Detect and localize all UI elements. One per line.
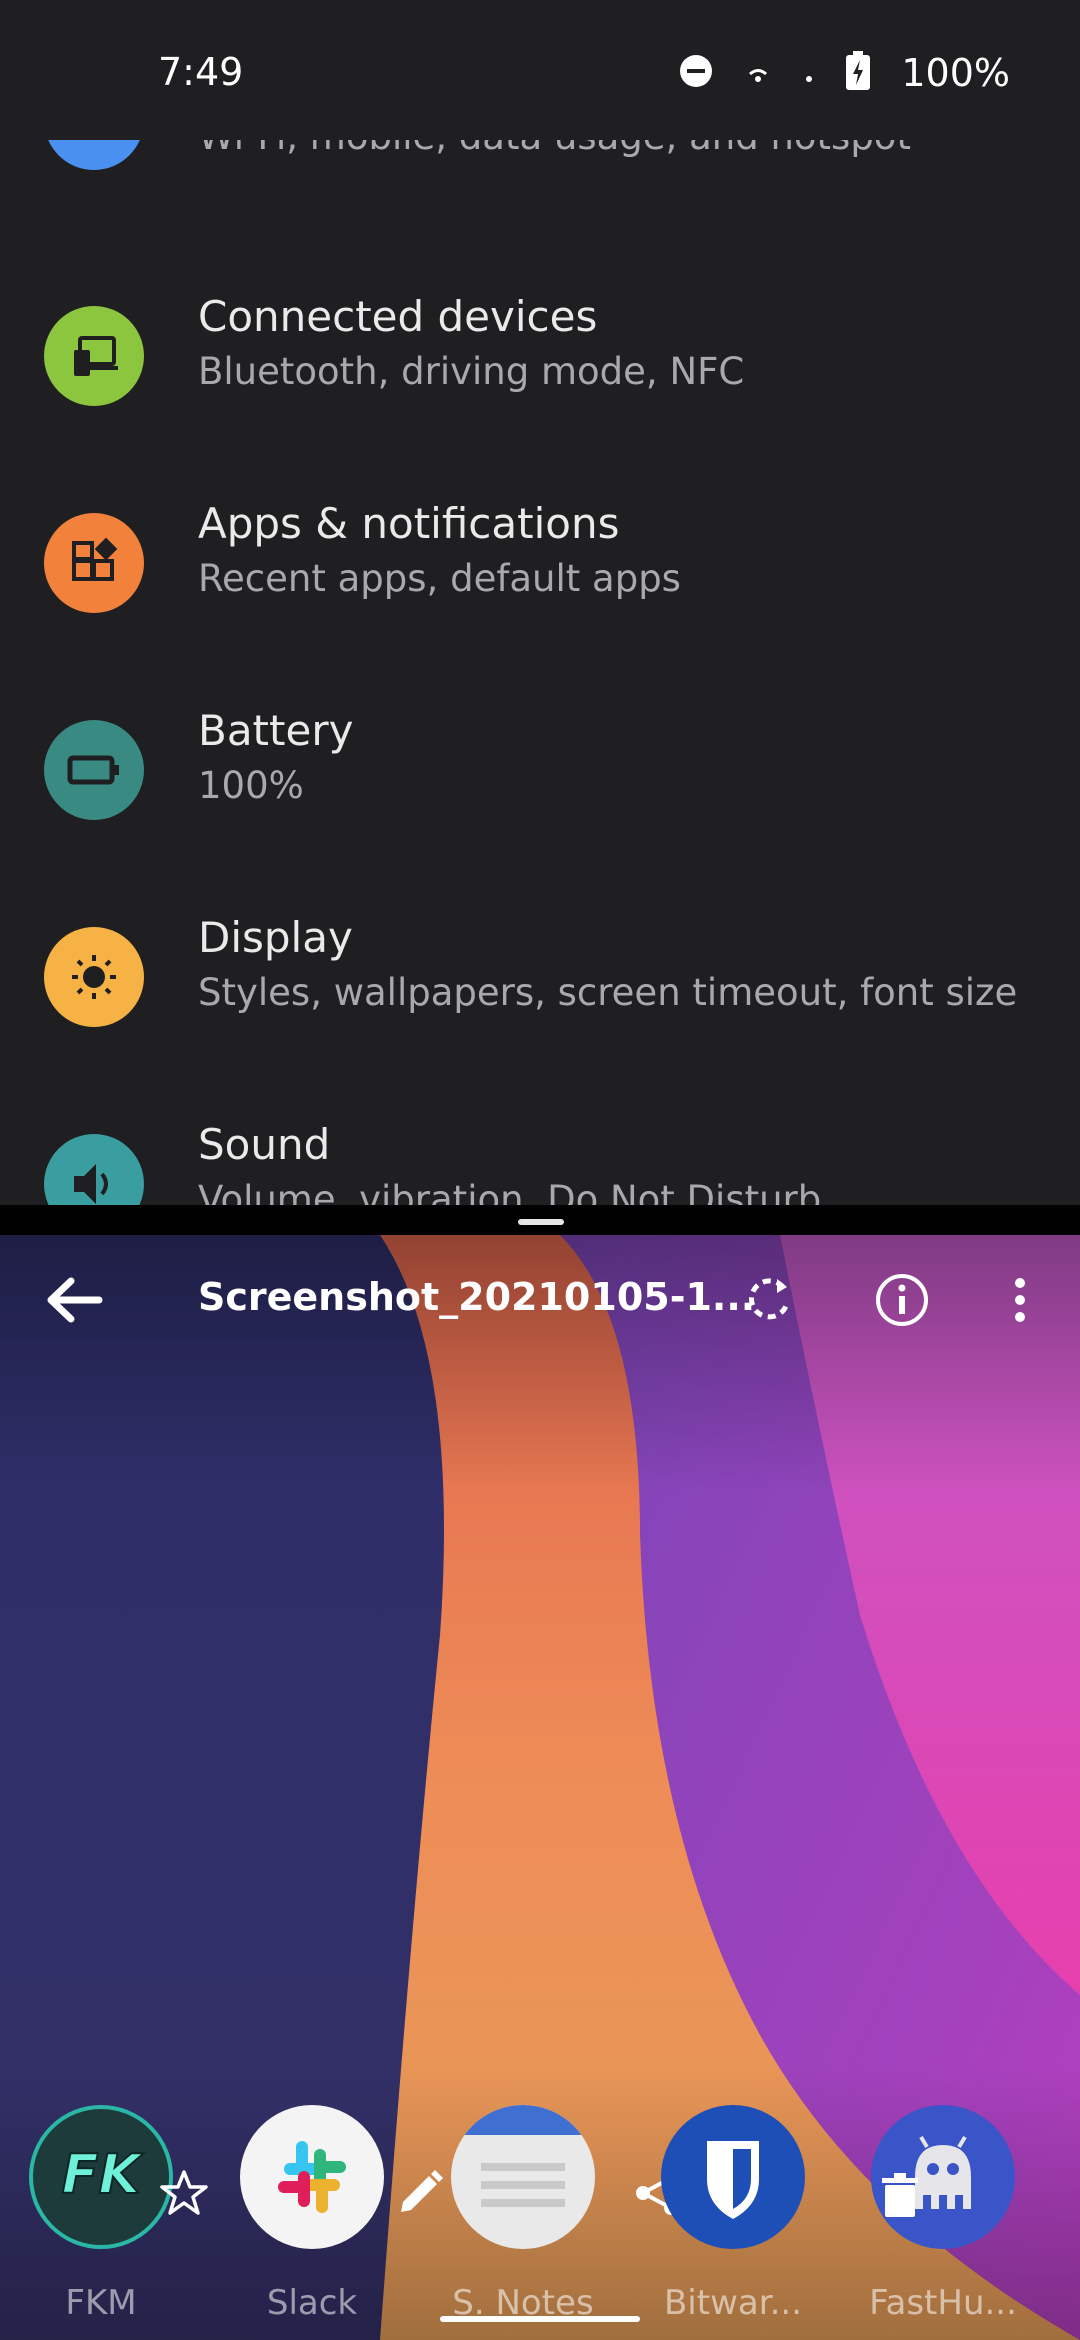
setting-network[interactable]: Wi-Fi, mobile, data usage, and hotspot xyxy=(0,140,1080,230)
app-dock: FK FKM Slack S. Notes Bitwar... FastHu..… xyxy=(0,2105,1080,2340)
app-label: Slack xyxy=(266,2283,358,2323)
setting-sound[interactable]: Sound Volume, vibration, Do Not Disturb xyxy=(0,1116,1080,1205)
app-slack[interactable]: Slack xyxy=(237,2105,387,2340)
status-bar: 7:49 100% xyxy=(0,0,1080,140)
setting-subtitle: 100% xyxy=(198,764,304,807)
edit-icon[interactable] xyxy=(392,2165,448,2221)
app-notes[interactable]: S. Notes xyxy=(448,2105,598,2340)
do-not-disturb-icon xyxy=(679,54,713,92)
image-title: Screenshot_20210105-1... xyxy=(198,1275,756,1319)
setting-display[interactable]: Display Styles, wallpapers, screen timeo… xyxy=(0,909,1080,1109)
setting-battery[interactable]: Battery 100% xyxy=(0,702,1080,902)
settings-list: Wi-Fi, mobile, data usage, and hotspot C… xyxy=(0,140,1080,1205)
setting-subtitle: Styles, wallpapers, screen timeout, font… xyxy=(198,971,1018,1014)
viewer-toolbar: Screenshot_20210105-1... xyxy=(0,1235,1080,1365)
rotate-icon[interactable] xyxy=(735,1265,805,1335)
setting-apps-notifications[interactable]: Apps & notifications Recent apps, defaul… xyxy=(0,495,1080,695)
app-label: FKM xyxy=(65,2283,137,2323)
setting-title: Apps & notifications xyxy=(198,499,620,548)
app-label: FastHu... xyxy=(869,2283,1017,2323)
bitwarden-icon xyxy=(661,2105,805,2249)
info-icon[interactable] xyxy=(867,1265,937,1335)
setting-title: Battery xyxy=(198,706,354,755)
setting-title: Display xyxy=(198,913,353,962)
setting-subtitle: Wi-Fi, mobile, data usage, and hotspot xyxy=(198,140,911,158)
setting-connected-devices[interactable]: Connected devices Bluetooth, driving mod… xyxy=(0,288,1080,488)
setting-subtitle: Recent apps, default apps xyxy=(198,557,681,600)
wifi-icon xyxy=(743,59,773,87)
slack-icon xyxy=(240,2105,384,2249)
volume-icon xyxy=(44,1134,144,1205)
battery-charging-icon xyxy=(845,51,871,95)
wifi-icon xyxy=(44,140,144,170)
app-fkm[interactable]: FK FKM xyxy=(26,2105,176,2340)
app-bitwarden[interactable]: Bitwar... xyxy=(658,2105,808,2340)
brightness-icon xyxy=(44,927,144,1027)
delete-icon[interactable] xyxy=(872,2167,928,2223)
apps-icon xyxy=(44,513,144,613)
setting-title: Sound xyxy=(198,1120,331,1169)
image-viewer: Screenshot_20210105-1... FK FKM Slack S.… xyxy=(0,1235,1080,2340)
signal-icon xyxy=(803,59,815,87)
battery-percent: 100% xyxy=(901,51,1010,95)
svg-text:FK: FK xyxy=(62,2143,145,2206)
star-icon[interactable] xyxy=(156,2165,212,2221)
setting-subtitle: Volume, vibration, Do Not Disturb xyxy=(198,1178,822,1205)
back-arrow-icon[interactable] xyxy=(40,1265,110,1335)
setting-subtitle: Bluetooth, driving mode, NFC xyxy=(198,350,745,393)
status-time: 7:49 xyxy=(158,50,244,94)
status-icons: 100% xyxy=(679,48,1010,98)
gesture-navigation-bar[interactable] xyxy=(440,2316,640,2322)
setting-title: Connected devices xyxy=(198,292,598,341)
fkm-icon: FK xyxy=(29,2105,173,2249)
devices-icon xyxy=(44,306,144,406)
battery-icon xyxy=(44,720,144,820)
app-label: Bitwar... xyxy=(663,2283,803,2323)
split-handle[interactable] xyxy=(518,1219,564,1225)
notes-icon xyxy=(451,2105,595,2249)
more-vert-icon[interactable] xyxy=(985,1265,1055,1335)
